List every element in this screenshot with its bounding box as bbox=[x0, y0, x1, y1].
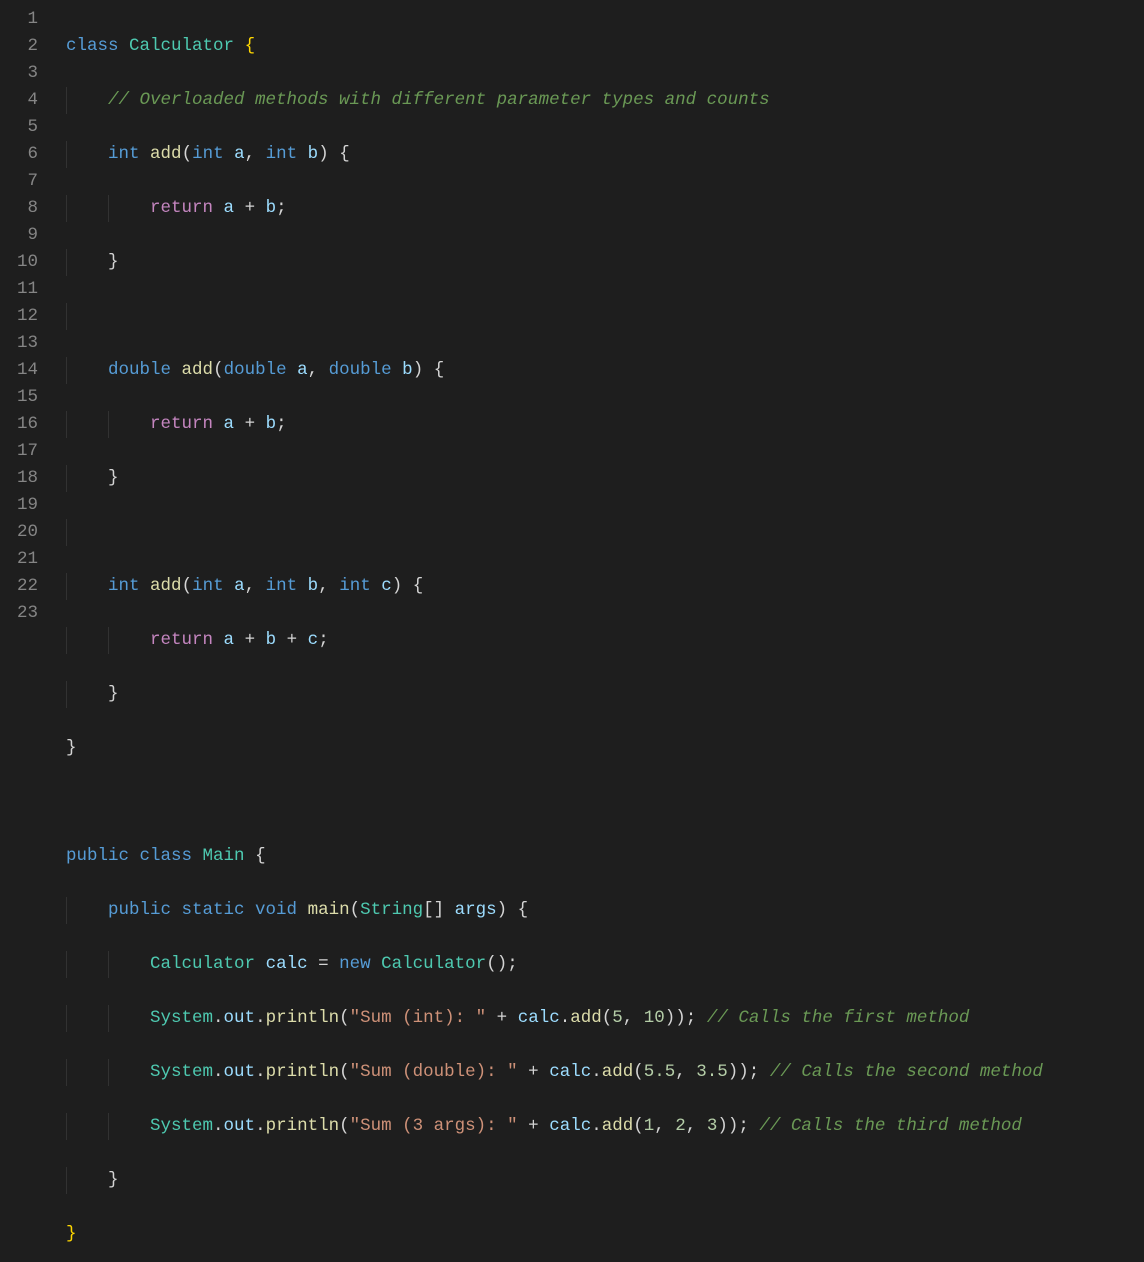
code-line[interactable]: } bbox=[66, 735, 1144, 762]
line-number: 12 bbox=[0, 303, 38, 330]
code-line[interactable]: Calculator calc = new Calculator(); bbox=[66, 951, 1144, 978]
code-line[interactable]: public static void main(String[] args) { bbox=[66, 897, 1144, 924]
code-editor[interactable]: 1 2 3 4 5 6 7 8 9 10 11 12 13 14 15 16 1… bbox=[0, 0, 1144, 631]
line-number: 23 bbox=[0, 600, 38, 627]
line-number: 10 bbox=[0, 249, 38, 276]
line-number: 14 bbox=[0, 357, 38, 384]
line-number: 8 bbox=[0, 195, 38, 222]
line-number: 22 bbox=[0, 573, 38, 600]
line-number: 2 bbox=[0, 33, 38, 60]
line-number: 4 bbox=[0, 87, 38, 114]
code-line[interactable]: return a + b + c; bbox=[66, 627, 1144, 654]
code-line[interactable]: public class Main { bbox=[66, 843, 1144, 870]
line-number: 11 bbox=[0, 276, 38, 303]
line-number: 15 bbox=[0, 384, 38, 411]
line-number: 13 bbox=[0, 330, 38, 357]
line-number: 18 bbox=[0, 465, 38, 492]
line-number: 9 bbox=[0, 222, 38, 249]
code-line[interactable]: int add(int a, int b, int c) { bbox=[66, 573, 1144, 600]
code-line[interactable]: // Overloaded methods with different par… bbox=[66, 87, 1144, 114]
line-number: 17 bbox=[0, 438, 38, 465]
line-number: 21 bbox=[0, 546, 38, 573]
code-line[interactable]: } bbox=[66, 249, 1144, 276]
code-line[interactable]: } bbox=[66, 1221, 1144, 1248]
code-line[interactable]: } bbox=[66, 1167, 1144, 1194]
code-line[interactable]: double add(double a, double b) { bbox=[66, 357, 1144, 384]
line-number: 1 bbox=[0, 6, 38, 33]
code-area[interactable]: class Calculator { // Overloaded methods… bbox=[56, 6, 1144, 631]
code-line[interactable] bbox=[66, 789, 1144, 816]
code-line[interactable]: System.out.println("Sum (int): " + calc.… bbox=[66, 1005, 1144, 1032]
code-line[interactable]: int add(int a, int b) { bbox=[66, 141, 1144, 168]
line-number: 20 bbox=[0, 519, 38, 546]
code-line[interactable]: return a + b; bbox=[66, 411, 1144, 438]
code-line[interactable]: return a + b; bbox=[66, 195, 1144, 222]
line-number-gutter: 1 2 3 4 5 6 7 8 9 10 11 12 13 14 15 16 1… bbox=[0, 6, 56, 631]
line-number: 3 bbox=[0, 60, 38, 87]
code-line[interactable]: System.out.println("Sum (double): " + ca… bbox=[66, 1059, 1144, 1086]
code-line[interactable]: class Calculator { bbox=[66, 33, 1144, 60]
line-number: 5 bbox=[0, 114, 38, 141]
line-number: 6 bbox=[0, 141, 38, 168]
line-number: 16 bbox=[0, 411, 38, 438]
code-line[interactable]: System.out.println("Sum (3 args): " + ca… bbox=[66, 1113, 1144, 1140]
code-line[interactable] bbox=[66, 303, 1144, 330]
code-line[interactable]: } bbox=[66, 681, 1144, 708]
line-number: 19 bbox=[0, 492, 38, 519]
code-line[interactable]: } bbox=[66, 465, 1144, 492]
line-number: 7 bbox=[0, 168, 38, 195]
code-line[interactable] bbox=[66, 519, 1144, 546]
